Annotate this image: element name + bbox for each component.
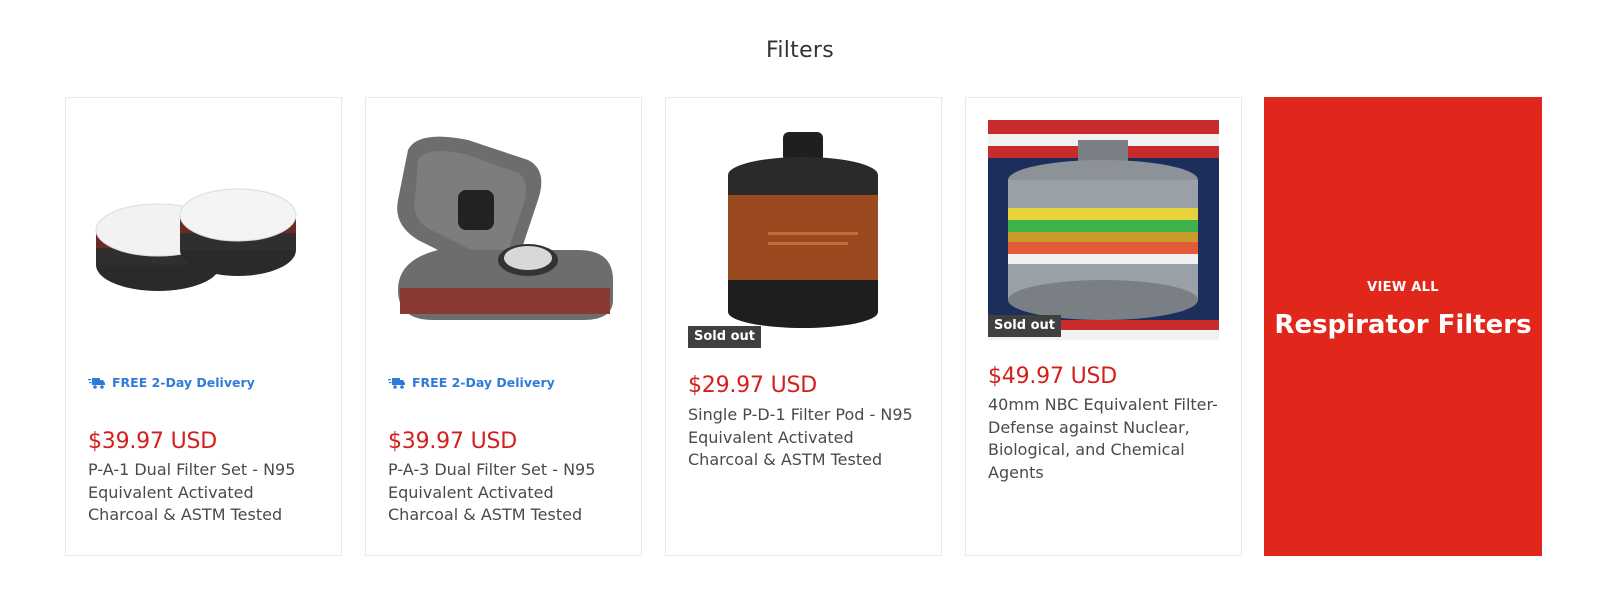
nbc-filter-image [988,120,1219,340]
sold-out-badge: Sold out [988,315,1061,337]
product-title[interactable]: 40mm NBC Equivalent Filter- Defense agai… [988,394,1228,484]
delivery-truck-icon [388,377,405,389]
product-title[interactable]: P-A-3 Dual Filter Set - N95 Equivalent A… [388,459,628,527]
product-image[interactable] [388,120,619,348]
view-all-respirator-filters-tile[interactable]: VIEW ALL Respirator Filters [1264,97,1542,556]
free-delivery-badge: FREE 2-Day Delivery [88,375,255,390]
product-image[interactable]: Sold out [688,120,919,348]
delivery-label: FREE 2-Day Delivery [412,375,555,390]
product-price: $39.97 USD [88,429,217,454]
dual-filter-set-image [397,136,613,320]
dual-filter-set-image [95,188,297,291]
product-card-1[interactable]: FREE 2-Day Delivery $39.97 USD P-A-1 Dua… [65,97,342,556]
product-image[interactable]: Sold out [988,120,1219,348]
free-delivery-badge: FREE 2-Day Delivery [388,375,555,390]
product-price: $49.97 USD [988,364,1117,389]
delivery-truck-icon [88,377,105,389]
collection-title: Respirator Filters [1274,310,1532,340]
view-all-label: VIEW ALL [1367,280,1439,295]
product-price: $39.97 USD [388,429,517,454]
product-title[interactable]: Single P-D-1 Filter Pod - N95 Equivalent… [688,404,928,472]
delivery-label: FREE 2-Day Delivery [112,375,255,390]
product-card-4[interactable]: Sold out $49.97 USD 40mm NBC Equivalent … [965,97,1242,556]
product-image[interactable] [88,120,319,348]
product-card-3[interactable]: Sold out $29.97 USD Single P-D-1 Filter … [665,97,942,556]
product-card-2[interactable]: FREE 2-Day Delivery $39.97 USD P-A-3 Dua… [365,97,642,556]
section-title: Filters [765,38,835,63]
filter-pod-image [728,132,878,328]
product-title[interactable]: P-A-1 Dual Filter Set - N95 Equivalent A… [88,459,328,527]
product-price: $29.97 USD [688,373,817,398]
sold-out-badge: Sold out [688,326,761,348]
